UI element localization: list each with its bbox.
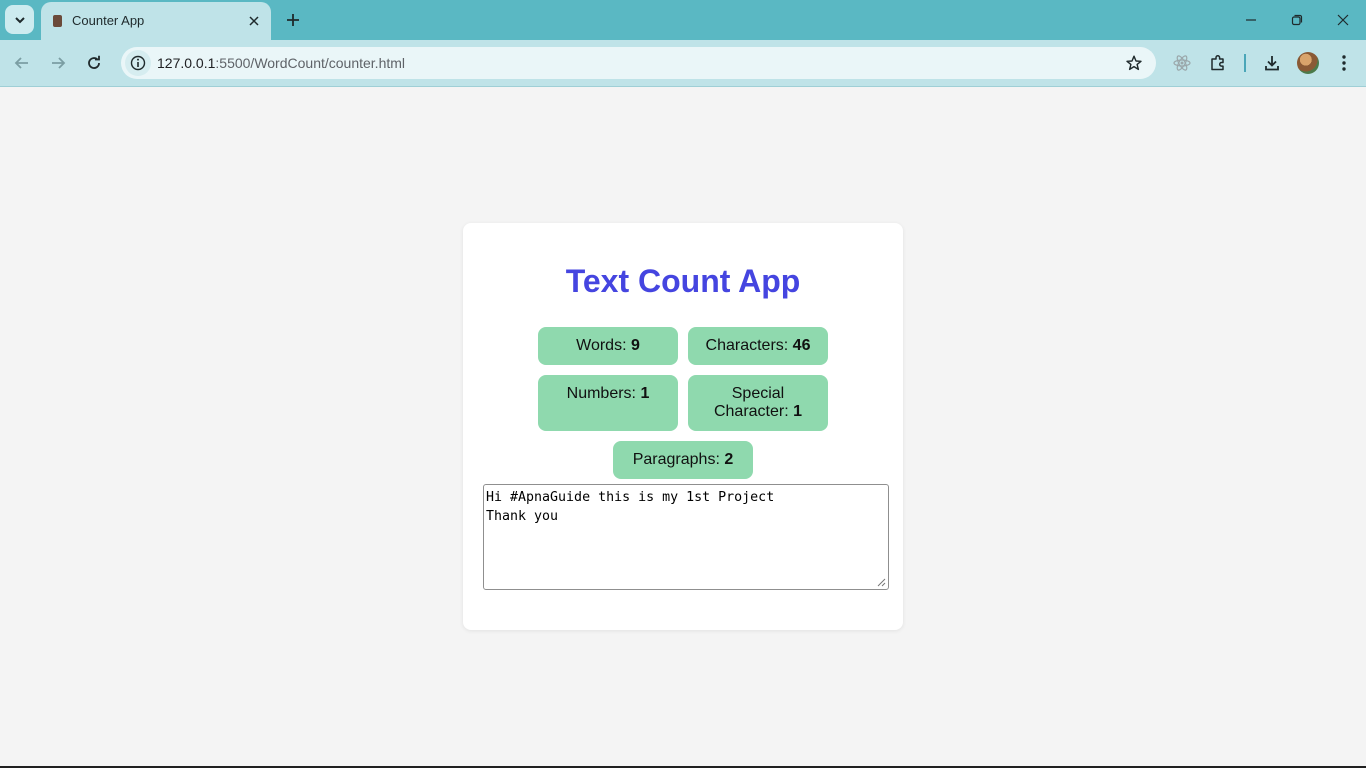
forward-button[interactable] <box>45 50 71 76</box>
text-input[interactable]: Hi #ApnaGuide this is my 1st Project Tha… <box>483 484 889 590</box>
extensions-button[interactable] <box>1205 50 1231 76</box>
words-stat: Words: 9 <box>538 327 678 365</box>
words-label: Words: <box>576 337 631 354</box>
more-menu-icon <box>1341 54 1347 72</box>
back-button[interactable] <box>9 50 35 76</box>
window-close-icon <box>1337 14 1349 26</box>
more-menu-button[interactable] <box>1331 50 1357 76</box>
minimize-icon <box>1245 14 1257 26</box>
characters-stat: Characters: 46 <box>688 327 828 365</box>
url-host: 127.0.0.1 <box>157 55 216 71</box>
special-label-line1: Special <box>731 385 785 402</box>
reload-button[interactable] <box>81 50 107 76</box>
new-tab-button[interactable] <box>283 10 303 30</box>
numbers-label: Numbers: <box>566 385 641 402</box>
bookmark-star-icon <box>1126 55 1142 71</box>
words-value: 9 <box>630 337 640 354</box>
site-info-button[interactable] <box>125 50 151 76</box>
toolbar-separator <box>1244 54 1246 72</box>
tab-title: Counter App <box>72 13 145 28</box>
site-info-icon <box>130 55 146 71</box>
special-label-line2: Character: <box>713 403 794 420</box>
restore-icon <box>1291 14 1303 26</box>
url-text: 127.0.0.1:5500/WordCount/counter.html <box>157 55 405 71</box>
characters-value: 46 <box>792 337 811 354</box>
chevron-down-icon <box>14 14 26 26</box>
address-bar[interactable]: 127.0.0.1:5500/WordCount/counter.html <box>121 47 1156 79</box>
paragraphs-value: 2 <box>724 451 734 468</box>
url-path: :5500/WordCount/counter.html <box>215 55 406 71</box>
react-devtools-icon <box>1173 54 1191 72</box>
back-arrow-icon <box>14 55 30 71</box>
resize-grip-icon[interactable] <box>877 578 886 587</box>
paragraphs-stat: Paragraphs: 2 <box>613 441 753 479</box>
react-devtools-button[interactable] <box>1169 50 1195 76</box>
extensions-icon <box>1209 54 1227 72</box>
download-icon <box>1263 54 1281 72</box>
special-value: 1 <box>793 403 803 420</box>
plus-icon <box>286 13 300 27</box>
numbers-stat: Numbers: 1 <box>538 375 678 431</box>
restore-button[interactable] <box>1274 0 1320 40</box>
tab-counter-app[interactable]: Counter App <box>41 2 271 40</box>
close-icon[interactable] <box>246 13 262 29</box>
paragraphs-label: Paragraphs: <box>632 451 725 468</box>
book-icon <box>53 15 62 27</box>
tab-strip: Counter App <box>0 0 1366 40</box>
forward-arrow-icon <box>50 55 66 71</box>
window-close-button[interactable] <box>1320 0 1366 40</box>
special-character-stat: Special Character: 1 <box>688 375 828 431</box>
profile-avatar[interactable] <box>1297 52 1319 74</box>
bookmark-star-button[interactable] <box>1124 53 1144 73</box>
characters-label: Characters: <box>705 337 793 354</box>
browser-toolbar: 127.0.0.1:5500/WordCount/counter.html <box>0 40 1366 87</box>
numbers-value: 1 <box>640 385 650 402</box>
downloads-button[interactable] <box>1259 50 1285 76</box>
minimize-button[interactable] <box>1228 0 1274 40</box>
counter-card: Text Count App Words: 9 Characters: 46 N… <box>463 223 903 630</box>
tab-search-button[interactable] <box>5 5 34 34</box>
reload-icon <box>86 55 102 71</box>
page-title: Text Count App <box>565 263 801 299</box>
